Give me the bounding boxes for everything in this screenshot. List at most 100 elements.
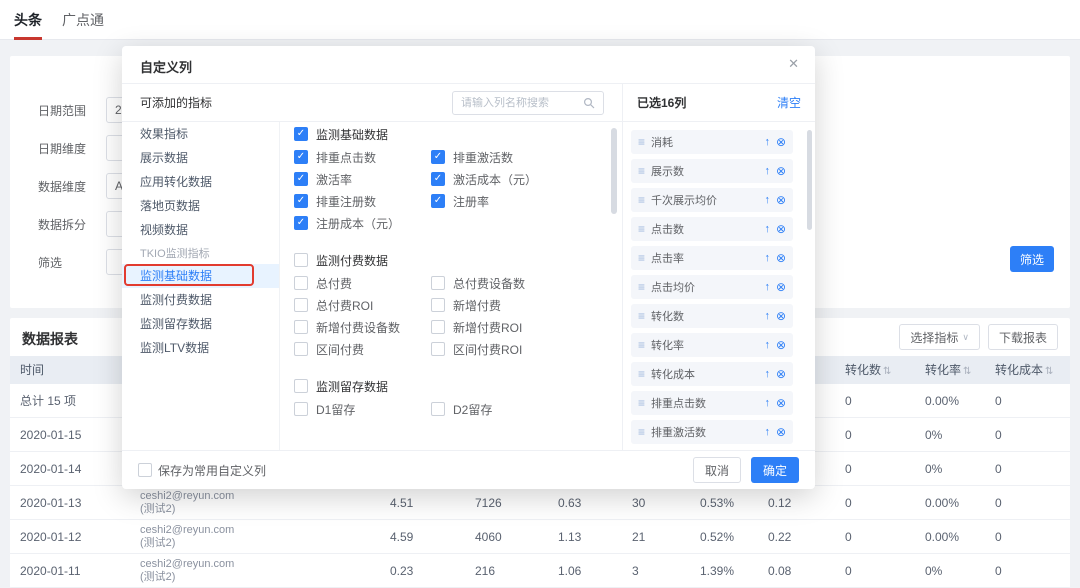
sidebar-category-item[interactable]: 监测LTV数据	[122, 336, 279, 360]
metric-checkbox-item[interactable]: 新增付费ROI	[431, 316, 568, 338]
metric-checkbox-item[interactable]: ✓ 激活率	[294, 168, 431, 190]
move-up-icon[interactable]: ↑	[764, 426, 770, 438]
selected-column-item[interactable]: ≡ 展示数 ↑ ⊗	[631, 159, 793, 183]
clear-all-link[interactable]: 清空	[777, 94, 801, 111]
move-up-icon[interactable]: ↑	[764, 223, 770, 235]
metric-group-header[interactable]: 监测留存数据	[294, 376, 606, 396]
remove-icon[interactable]: ⊗	[776, 425, 786, 439]
drag-handle-icon[interactable]: ≡	[638, 193, 645, 207]
checkbox[interactable]	[294, 276, 308, 290]
remove-icon[interactable]: ⊗	[776, 280, 786, 294]
sidebar-category-item[interactable]: 效果指标	[122, 122, 279, 146]
sidebar-category-item[interactable]: 应用转化数据	[122, 170, 279, 194]
scrollbar[interactable]	[807, 130, 812, 230]
sidebar-category-item[interactable]: 监测付费数据	[122, 288, 279, 312]
column-header[interactable]: 转化数 ⇅	[845, 356, 891, 384]
cancel-button[interactable]: 取消	[693, 457, 741, 483]
drag-handle-icon[interactable]: ≡	[638, 425, 645, 439]
sort-icon[interactable]: ⇅	[1045, 366, 1053, 377]
filter-submit-button[interactable]: 筛选	[1010, 246, 1054, 272]
checkbox[interactable]	[431, 402, 445, 416]
selected-column-item[interactable]: ≡ 排重激活数 ↑ ⊗	[631, 420, 793, 444]
remove-icon[interactable]: ⊗	[776, 251, 786, 265]
metric-checkbox-item[interactable]: 总付费	[294, 272, 431, 294]
metric-checkbox-item[interactable]: D1留存	[294, 398, 431, 420]
metric-checkbox-item[interactable]: ✓ 排重注册数	[294, 190, 431, 212]
metric-checkbox-item[interactable]: ✓ 激活成本（元）	[431, 168, 568, 190]
selected-column-item[interactable]: ≡ 消耗 ↑ ⊗	[631, 130, 793, 154]
checkbox[interactable]	[294, 253, 308, 267]
checkbox[interactable]	[294, 379, 308, 393]
move-up-icon[interactable]: ↑	[764, 194, 770, 206]
sidebar-category-item[interactable]: 展示数据	[122, 146, 279, 170]
move-up-icon[interactable]: ↑	[764, 339, 770, 351]
remove-icon[interactable]: ⊗	[776, 164, 786, 178]
metric-checkbox-item[interactable]: 区间付费	[294, 338, 431, 360]
metric-group-header[interactable]: ✓ 监测基础数据	[294, 124, 606, 144]
drag-handle-icon[interactable]: ≡	[638, 396, 645, 410]
move-up-icon[interactable]: ↑	[764, 281, 770, 293]
checkbox[interactable]: ✓	[431, 150, 445, 164]
metric-checkbox-item[interactable]: 总付费设备数	[431, 272, 568, 294]
scrollbar[interactable]	[611, 128, 617, 214]
save-as-default-option[interactable]: 保存为常用自定义列	[138, 462, 266, 479]
checkbox[interactable]	[431, 298, 445, 312]
sidebar-category-item[interactable]: 监测基础数据	[122, 264, 279, 288]
move-up-icon[interactable]: ↑	[764, 136, 770, 148]
metric-checkbox-item[interactable]: ✓ 排重激活数	[431, 146, 568, 168]
metric-checkbox-item[interactable]: 区间付费ROI	[431, 338, 568, 360]
sort-icon[interactable]: ⇅	[883, 366, 891, 377]
move-up-icon[interactable]: ↑	[764, 252, 770, 264]
selected-column-item[interactable]: ≡ 千次展示均价 ↑ ⊗	[631, 188, 793, 212]
metric-checkbox-item[interactable]: 新增付费	[431, 294, 568, 316]
selected-column-item[interactable]: ≡ 点击数 ↑ ⊗	[631, 217, 793, 241]
drag-handle-icon[interactable]: ≡	[638, 309, 645, 323]
checkbox[interactable]	[431, 276, 445, 290]
selected-column-item[interactable]: ≡ 点击均价 ↑ ⊗	[631, 275, 793, 299]
drag-handle-icon[interactable]: ≡	[638, 338, 645, 352]
remove-icon[interactable]: ⊗	[776, 309, 786, 323]
confirm-button[interactable]: 确定	[751, 457, 799, 483]
remove-icon[interactable]: ⊗	[776, 338, 786, 352]
drag-handle-icon[interactable]: ≡	[638, 135, 645, 149]
metric-checkbox-item[interactable]: 总付费ROI	[294, 294, 431, 316]
selected-column-item[interactable]: ≡ 转化率 ↑ ⊗	[631, 333, 793, 357]
column-header[interactable]: 转化成本 ⇅	[995, 356, 1053, 384]
selected-column-item[interactable]: ≡ 转化成本 ↑ ⊗	[631, 362, 793, 386]
column-search-input[interactable]	[461, 96, 583, 109]
checkbox[interactable]	[294, 402, 308, 416]
checkbox[interactable]: ✓	[431, 194, 445, 208]
checkbox[interactable]	[294, 320, 308, 334]
checkbox[interactable]: ✓	[431, 172, 445, 186]
drag-handle-icon[interactable]: ≡	[638, 367, 645, 381]
checkbox[interactable]: ✓	[294, 150, 308, 164]
sidebar-category-item[interactable]: 视频数据	[122, 218, 279, 242]
metric-select-button[interactable]: 选择指标 ∨	[899, 324, 980, 350]
column-search-box[interactable]	[452, 90, 604, 115]
metric-checkbox-item[interactable]: ✓ 注册率	[431, 190, 568, 212]
remove-icon[interactable]: ⊗	[776, 396, 786, 410]
close-icon[interactable]: ✕	[788, 56, 799, 72]
checkbox[interactable]: ✓	[294, 216, 308, 230]
metric-checkbox-item[interactable]: 新增付费设备数	[294, 316, 431, 338]
sidebar-category-item[interactable]: 监测留存数据	[122, 312, 279, 336]
selected-column-item[interactable]: ≡ 转化数 ↑ ⊗	[631, 304, 793, 328]
remove-icon[interactable]: ⊗	[776, 135, 786, 149]
remove-icon[interactable]: ⊗	[776, 222, 786, 236]
drag-handle-icon[interactable]: ≡	[638, 164, 645, 178]
drag-handle-icon[interactable]: ≡	[638, 280, 645, 294]
move-up-icon[interactable]: ↑	[764, 165, 770, 177]
remove-icon[interactable]: ⊗	[776, 367, 786, 381]
sidebar-category-item[interactable]: 落地页数据	[122, 194, 279, 218]
column-header[interactable]: 转化率 ⇅	[925, 356, 971, 384]
sort-icon[interactable]: ⇅	[963, 366, 971, 377]
drag-handle-icon[interactable]: ≡	[638, 222, 645, 236]
checkbox[interactable]: ✓	[294, 194, 308, 208]
checkbox[interactable]: ✓	[294, 127, 308, 141]
checkbox[interactable]: ✓	[294, 172, 308, 186]
drag-handle-icon[interactable]: ≡	[638, 251, 645, 265]
tab-guangdiantong[interactable]: 广点通	[62, 0, 104, 40]
checkbox[interactable]	[294, 298, 308, 312]
metric-checkbox-item[interactable]: D2留存	[431, 398, 568, 420]
metric-group-header[interactable]: 监测付费数据	[294, 250, 606, 270]
